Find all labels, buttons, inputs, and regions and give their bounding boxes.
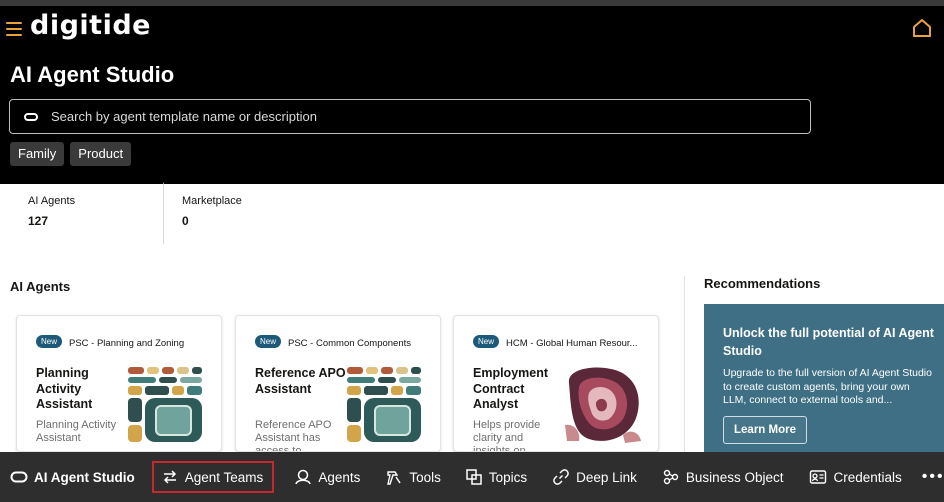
divider — [684, 276, 685, 452]
card-family: PSC - Common Components — [288, 338, 412, 349]
agent-template-art-icon — [347, 367, 421, 442]
nav-label: Credentials — [833, 469, 902, 485]
recommendation-card: Unlock the full potential of AI Agent St… — [704, 304, 944, 452]
nav-deep-link[interactable]: Deep Link — [552, 461, 637, 493]
filter-chip-family[interactable]: Family — [10, 142, 65, 166]
bottom-nav-bar: AI Agent Studio Agent Teams Agents Tools… — [0, 452, 944, 502]
agent-template-art-icon — [565, 367, 641, 443]
search-input[interactable] — [51, 109, 771, 124]
agent-card-planning-activity-assistant[interactable]: New PSC - Planning and Zoning Planning A… — [16, 315, 222, 452]
card-family: PSC - Planning and Zoning — [69, 338, 185, 349]
card-description: Reference APO Assistant has access to — [255, 419, 332, 452]
section-title-recommendations: Recommendations — [704, 276, 821, 291]
logo: digitide — [30, 10, 151, 41]
hamburger-menu-icon[interactable] — [6, 22, 22, 36]
card-title: Reference APO Assistant — [255, 366, 346, 396]
stats-tabs: AI Agents 127 Marketplace 0 — [10, 182, 318, 246]
nav-label: Agents — [318, 469, 361, 485]
learn-more-button[interactable]: Learn More — [723, 416, 807, 444]
new-badge: New — [473, 335, 500, 348]
nav-topics[interactable]: Topics — [465, 461, 527, 493]
nav-ai-agent-studio[interactable]: AI Agent Studio — [10, 461, 135, 493]
agent-template-art-icon — [128, 367, 202, 442]
agent-card-reference-apo-assistant[interactable]: New PSC - Common Components Reference AP… — [235, 315, 441, 452]
stat-label: AI Agents — [28, 195, 76, 207]
stat-marketplace[interactable]: Marketplace 0 — [164, 184, 318, 246]
nav-credentials[interactable]: Credentials — [809, 461, 902, 493]
nav-agents[interactable]: Agents — [294, 461, 360, 493]
search-box[interactable] — [9, 99, 811, 134]
link-icon — [553, 469, 569, 485]
nav-business-object[interactable]: Business Object — [662, 461, 784, 493]
card-family: HCM - Global Human Resour... — [506, 338, 638, 349]
nav-label: Agent Teams — [184, 469, 264, 485]
header: digitide AI Agent Studio Family Product — [0, 6, 944, 184]
new-badge: New — [36, 335, 63, 348]
nav-label: Topics — [488, 469, 528, 485]
nav-label: Deep Link — [576, 469, 637, 485]
card-description: Helps provide clarity and insights on — [473, 419, 541, 452]
nav-tools[interactable]: Tools — [385, 461, 441, 493]
business-object-icon — [663, 469, 679, 485]
new-badge: New — [255, 335, 282, 348]
card-title: Planning Activity Assistant — [36, 366, 93, 411]
promo-title: Unlock the full potential of AI Agent St… — [723, 326, 934, 358]
nav-label: Tools — [409, 469, 441, 485]
promo-body: Upgrade to the full version of AI Agent … — [723, 367, 932, 406]
card-title: Employment Contract Analyst — [473, 366, 549, 411]
pill-icon — [10, 471, 28, 483]
tools-icon — [387, 471, 401, 485]
agent-card-employment-contract-analyst[interactable]: New HCM - Global Human Resour... Employm… — [453, 315, 659, 452]
filter-chip-product[interactable]: Product — [70, 142, 132, 166]
page-title: AI Agent Studio — [10, 62, 175, 87]
home-icon[interactable] — [912, 18, 932, 38]
agent-icon — [295, 469, 312, 485]
nav-agent-teams[interactable]: Agent Teams — [151, 461, 275, 493]
filter-chips: Family Product — [10, 142, 132, 166]
stat-value: 127 — [28, 214, 49, 228]
nav-label: AI Agent Studio — [34, 469, 135, 485]
section-title-ai-agents: AI Agents — [10, 279, 71, 294]
search-pill-icon — [24, 112, 38, 121]
agent-teams-icon — [163, 470, 176, 484]
stat-label: Marketplace — [182, 195, 242, 207]
more-options-icon[interactable]: ••• — [922, 468, 944, 486]
card-description: Planning Activity Assistant — [36, 419, 117, 444]
stat-ai-agents[interactable]: AI Agents 127 — [10, 182, 164, 244]
main-content: AI Agents 127 Marketplace 0 AI Agents Re… — [0, 182, 944, 452]
credentials-icon — [810, 470, 827, 484]
stat-value: 0 — [182, 214, 189, 228]
nav-label: Business Object — [685, 469, 784, 485]
topics-icon — [466, 469, 482, 485]
